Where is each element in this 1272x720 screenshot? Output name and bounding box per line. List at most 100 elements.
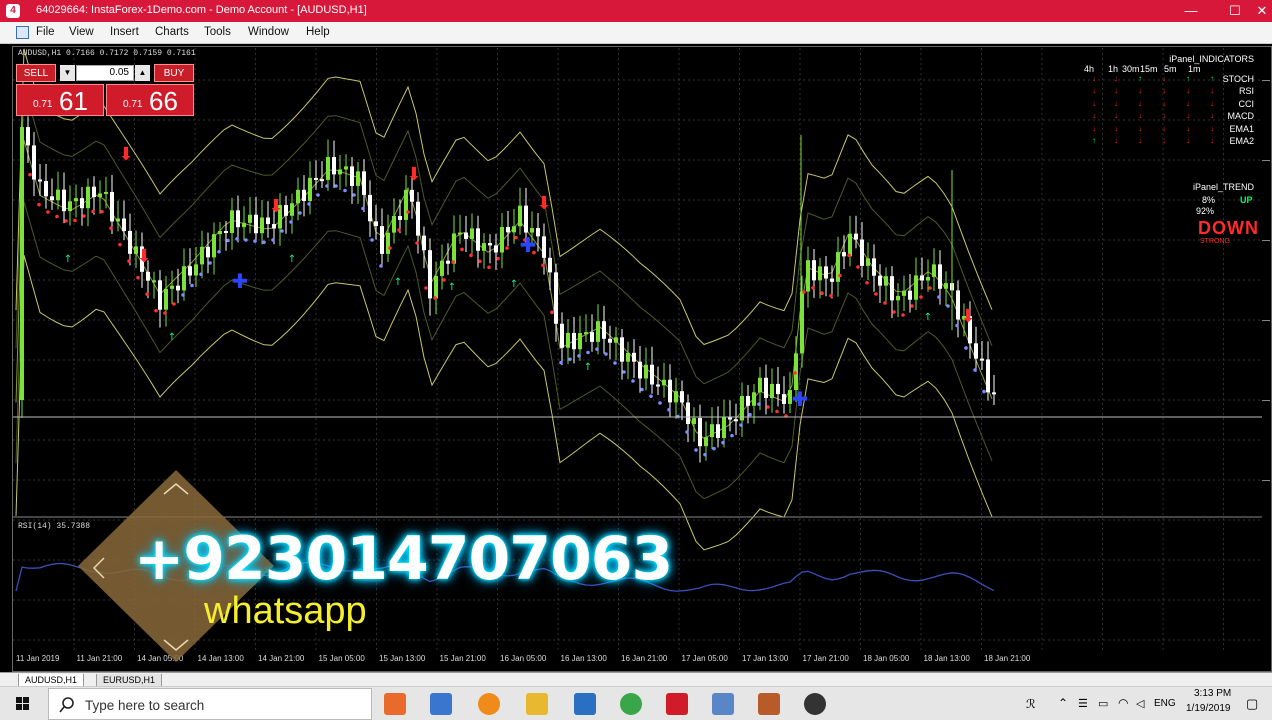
file-explorer-icon[interactable] bbox=[526, 693, 548, 715]
chrome-icon[interactable] bbox=[620, 693, 642, 715]
notepad-icon[interactable] bbox=[712, 693, 734, 715]
trend-dot bbox=[667, 407, 671, 412]
buy-arrow-icon: ↑ bbox=[510, 279, 518, 290]
indicator-label: CCI bbox=[1238, 98, 1255, 109]
bear-candle bbox=[206, 246, 210, 258]
trend-dot bbox=[919, 295, 923, 299]
chevron-up-icon[interactable]: ⌃ bbox=[1058, 696, 1068, 710]
trend-up-label: UP bbox=[1240, 195, 1253, 205]
signal-down-icon: ↓ bbox=[1138, 86, 1142, 96]
sell-price[interactable]: 0.71 61 bbox=[16, 84, 104, 116]
trend-dot bbox=[820, 291, 824, 296]
trend-dot bbox=[406, 210, 410, 214]
trend-dot bbox=[28, 172, 32, 177]
bull-candle bbox=[386, 232, 390, 254]
trend-dot bbox=[460, 247, 464, 252]
trend-dot bbox=[892, 310, 896, 314]
trend-dot bbox=[829, 293, 833, 298]
bull-candle bbox=[74, 198, 78, 202]
bear-candle bbox=[890, 276, 894, 301]
promo-phone-number: +923014707063 bbox=[134, 524, 673, 594]
sell-arrow-icon: ⬇ bbox=[268, 196, 283, 217]
wifi-icon[interactable]: ◠ bbox=[1118, 696, 1128, 710]
app-icon[interactable] bbox=[574, 693, 596, 715]
bear-candle bbox=[542, 236, 546, 258]
trend-dot bbox=[64, 219, 68, 223]
bear-candle bbox=[872, 258, 876, 276]
time-axis-label: 11 Jan 2019 bbox=[16, 654, 60, 663]
buy-price[interactable]: 0.71 66 bbox=[106, 84, 194, 116]
trend-dot bbox=[136, 275, 140, 280]
trend-strength-label: STRONG bbox=[1200, 238, 1230, 245]
trend-dot bbox=[640, 387, 644, 392]
lot-decrease-button[interactable]: ▼ bbox=[60, 65, 75, 81]
bear-candle bbox=[464, 232, 468, 239]
bull-candle bbox=[404, 189, 408, 220]
trend-dot bbox=[118, 242, 122, 247]
start-button[interactable] bbox=[0, 687, 46, 720]
trend-down-percent: 92% bbox=[1196, 206, 1215, 216]
bear-candle bbox=[32, 145, 36, 180]
game-icon[interactable] bbox=[758, 693, 780, 715]
signal-down-icon: ↓ bbox=[1138, 98, 1142, 108]
bull-candle bbox=[758, 377, 762, 393]
bear-candle bbox=[314, 177, 318, 180]
bull-candle bbox=[662, 379, 666, 386]
bull-candle bbox=[194, 264, 198, 276]
bear-candle bbox=[608, 338, 612, 343]
bear-candle bbox=[398, 216, 402, 220]
lot-size-input[interactable]: 0.05 bbox=[76, 65, 134, 81]
bear-candle bbox=[980, 358, 984, 361]
taskbar-search[interactable]: Type here to search bbox=[48, 688, 372, 720]
network-icon[interactable]: ☰ bbox=[1078, 697, 1088, 710]
metatrader-icon[interactable] bbox=[666, 693, 688, 715]
task-view-icon[interactable] bbox=[384, 693, 406, 715]
notification-icon[interactable]: ▢ bbox=[1246, 696, 1258, 712]
bear-candle bbox=[188, 266, 192, 276]
lot-increase-button[interactable]: ▲ bbox=[135, 65, 150, 81]
signal-down-icon: ↓ bbox=[1114, 136, 1118, 145]
signal-down-icon: ↓ bbox=[1210, 86, 1214, 96]
store-icon[interactable] bbox=[430, 693, 452, 715]
battery-icon[interactable]: ▭ bbox=[1098, 697, 1108, 710]
trend-dot bbox=[73, 218, 77, 223]
trend-dot bbox=[253, 239, 257, 243]
tool-icon[interactable] bbox=[804, 693, 826, 715]
buy-button[interactable]: BUY bbox=[154, 64, 194, 82]
trend-dot bbox=[451, 260, 455, 264]
clock-date[interactable]: 1/19/2019 bbox=[1186, 703, 1231, 714]
language-indicator[interactable]: ENG bbox=[1154, 698, 1176, 709]
bear-candle bbox=[284, 205, 288, 216]
trend-dot bbox=[415, 241, 419, 245]
windows-logo-icon bbox=[16, 697, 29, 710]
signal-down-icon: ↓ bbox=[1114, 74, 1118, 83]
bear-candle bbox=[668, 379, 672, 403]
bull-candle bbox=[914, 275, 918, 300]
signal-down-icon: ↓ bbox=[1092, 123, 1096, 133]
browser-icon[interactable] bbox=[478, 693, 500, 715]
bear-candle bbox=[854, 233, 858, 240]
trend-dot bbox=[613, 361, 617, 365]
bear-candle bbox=[476, 228, 480, 251]
trend-dot bbox=[883, 301, 887, 305]
trend-dot bbox=[577, 354, 581, 358]
trend-dot bbox=[226, 238, 230, 243]
buy-arrow-icon: ↑ bbox=[924, 312, 932, 323]
time-axis-label: 15 Jan 13:00 bbox=[379, 654, 426, 663]
bear-candle bbox=[986, 359, 990, 393]
people-icon[interactable]: ℛ bbox=[1026, 697, 1036, 711]
trend-dot bbox=[424, 286, 428, 290]
signal-up-icon: ↑ bbox=[1186, 74, 1190, 83]
signal-down-icon: ↓ bbox=[1092, 98, 1096, 108]
bull-candle bbox=[104, 191, 108, 194]
signal-down-icon: ↓ bbox=[1210, 98, 1214, 108]
trend-dot bbox=[343, 188, 347, 193]
volume-icon[interactable]: ◁ bbox=[1136, 697, 1144, 710]
bull-candle bbox=[260, 217, 264, 234]
sell-button[interactable]: SELL bbox=[16, 64, 56, 82]
bull-candle bbox=[530, 228, 534, 233]
bull-candle bbox=[356, 171, 360, 186]
trend-dot bbox=[793, 371, 797, 375]
bull-candle bbox=[98, 193, 102, 198]
clock-time[interactable]: 3:13 PM bbox=[1194, 688, 1231, 699]
